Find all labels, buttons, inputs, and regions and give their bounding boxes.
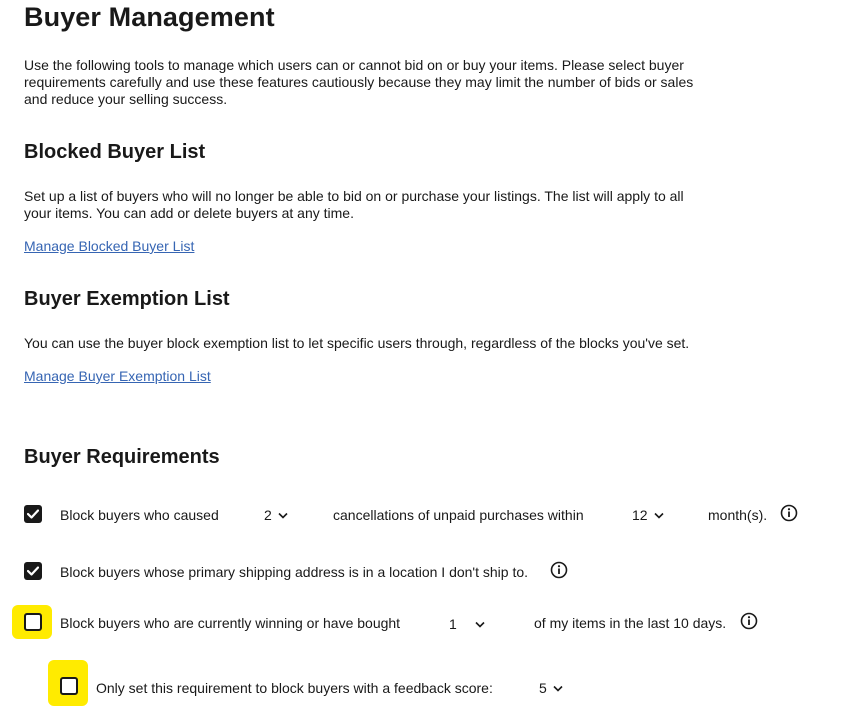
feedback-label: Only set this requirement to block buyer… <box>96 680 493 696</box>
feedback-score-value: 5 <box>539 680 547 696</box>
info-icon[interactable] <box>550 561 568 579</box>
chevron-down-icon <box>553 685 563 692</box>
info-icon[interactable] <box>740 612 758 630</box>
manage-exemption-list-link[interactable]: Manage Buyer Exemption List <box>24 368 211 384</box>
exemption-list-heading: Buyer Exemption List <box>24 288 230 310</box>
chevron-down-icon <box>475 621 485 628</box>
page-title: Buyer Management <box>24 2 275 32</box>
unpaid-count-value: 2 <box>264 507 272 523</box>
manage-blocked-list-link[interactable]: Manage Blocked Buyer List <box>24 238 194 254</box>
shipping-label: Block buyers whose primary shipping addr… <box>60 564 529 580</box>
blocked-list-heading: Blocked Buyer List <box>24 141 206 163</box>
winning-count-value: 1 <box>449 616 457 632</box>
chevron-down-icon <box>278 512 288 519</box>
unpaid-count-select[interactable]: 2 <box>264 507 288 523</box>
exemption-list-description: You can use the buyer block exemption li… <box>24 335 690 351</box>
blocked-list-description: Set up a list of buyers who will no long… <box>24 188 684 221</box>
chevron-down-icon <box>654 512 664 519</box>
unpaid-period-select[interactable]: 12 <box>632 507 664 523</box>
winning-label-pre: Block buyers who are currently winning o… <box>60 615 401 631</box>
unpaid-label-pre: Block buyers who caused <box>60 507 219 523</box>
shipping-checkbox[interactable] <box>24 562 42 580</box>
info-icon[interactable] <box>780 504 798 522</box>
unpaid-checkbox[interactable] <box>24 505 42 523</box>
checkmark-icon <box>27 509 39 519</box>
unpaid-label-mid: cancellations of unpaid purchases within <box>333 507 584 523</box>
winning-checkbox[interactable] <box>24 613 42 631</box>
intro-text: Use the following tools to manage which … <box>24 57 694 107</box>
winning-label-post: of my items in the last 10 days. <box>534 615 727 631</box>
feedback-score-select[interactable]: 5 <box>539 680 563 696</box>
requirements-heading: Buyer Requirements <box>24 446 220 468</box>
winning-count-select[interactable]: 1 <box>449 616 485 632</box>
feedback-checkbox[interactable] <box>60 677 78 695</box>
unpaid-label-post: month(s). <box>708 507 768 523</box>
unpaid-period-value: 12 <box>632 507 648 523</box>
checkmark-icon <box>27 566 39 576</box>
